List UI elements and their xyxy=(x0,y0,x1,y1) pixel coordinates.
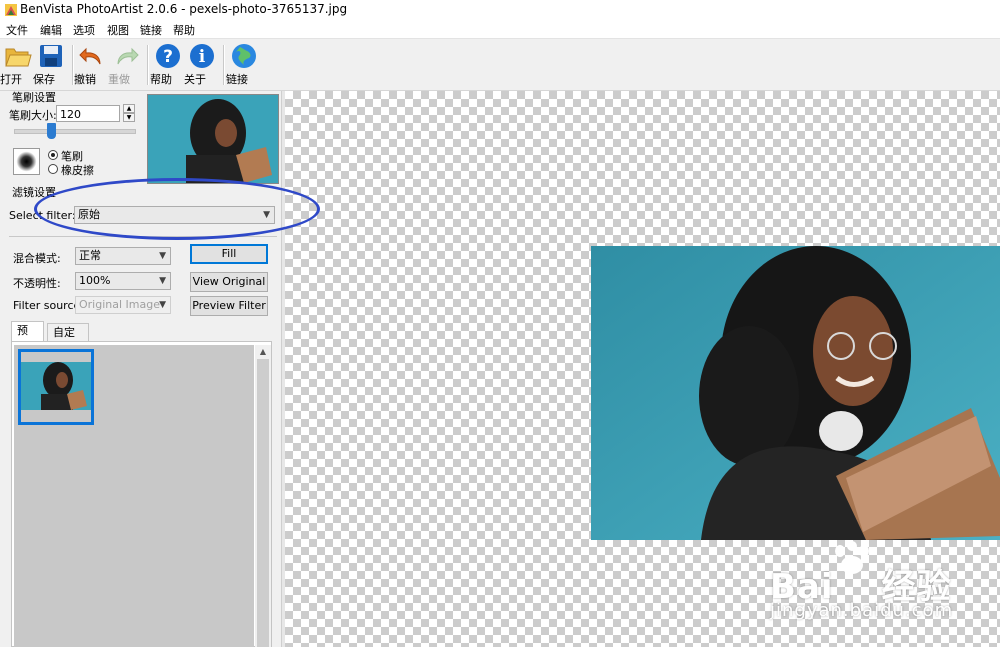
preview-filter-button[interactable]: Preview Filter xyxy=(190,296,268,316)
redo-button[interactable]: 重做 xyxy=(108,41,144,87)
brush-preview xyxy=(13,148,40,175)
undo-label: 撤销 xyxy=(74,73,96,86)
spin-up-icon[interactable]: ▲ xyxy=(123,104,135,113)
brush-settings-title: 笔刷设置 xyxy=(12,91,56,104)
blend-mode-value: 正常 xyxy=(79,249,101,262)
undo-button[interactable]: 撤销 xyxy=(74,41,110,87)
chevron-down-icon: ▼ xyxy=(159,276,166,286)
opacity-label: 不透明性: xyxy=(13,277,61,290)
menu-bar: 文件 编辑 选项 视图 链接 帮助 xyxy=(0,20,1000,39)
blend-mode-label: 混合模式: xyxy=(13,252,61,265)
open-button[interactable]: 打开 xyxy=(0,41,36,87)
floppy-disk-icon xyxy=(40,45,62,67)
opacity-value: 100% xyxy=(79,274,111,287)
opacity-select[interactable]: 100% ▼ xyxy=(75,272,171,290)
tab-preset[interactable]: 预设 xyxy=(11,321,44,354)
brush-size-input[interactable]: 120 xyxy=(56,105,120,122)
photo-image xyxy=(591,246,1000,540)
menu-view[interactable]: 视图 xyxy=(107,22,129,38)
redo-label: 重做 xyxy=(108,73,130,86)
preset-thumbnail-image xyxy=(21,352,91,422)
open-label: 打开 xyxy=(0,73,22,86)
menu-edit[interactable]: 编辑 xyxy=(40,22,62,38)
chevron-down-icon: ▼ xyxy=(159,251,166,261)
about-button[interactable]: i 关于 xyxy=(184,41,220,87)
folder-open-icon xyxy=(5,48,32,67)
brush-mode-radio[interactable] xyxy=(48,150,58,160)
save-label: 保存 xyxy=(33,73,55,86)
fill-button[interactable]: Fill xyxy=(190,244,268,264)
help-icon: ? xyxy=(156,44,180,68)
tab-custom[interactable]: 自定义 xyxy=(47,323,89,356)
eraser-mode-label: 橡皮擦 xyxy=(61,164,94,177)
view-original-button[interactable]: View Original xyxy=(190,272,268,292)
svg-text:i: i xyxy=(199,47,206,67)
menu-file[interactable]: 文件 xyxy=(6,22,28,38)
save-button[interactable]: 保存 xyxy=(33,41,69,87)
photo-thumbnail-image xyxy=(148,95,278,183)
link-button[interactable]: 链接 xyxy=(226,41,262,87)
chevron-down-icon: ▼ xyxy=(159,300,166,310)
spin-down-icon[interactable]: ▼ xyxy=(123,113,135,122)
filter-source-label: Filter source: xyxy=(13,299,84,312)
toolbar-separator xyxy=(147,45,149,85)
annotation-ellipse xyxy=(34,178,320,240)
filter-source-select[interactable]: Original Image ▼ xyxy=(75,296,171,314)
undo-icon xyxy=(79,47,101,65)
info-icon: i xyxy=(190,44,214,68)
app-icon xyxy=(5,4,17,16)
watermark-url: jingyan.baidu.com xyxy=(770,600,954,621)
about-label: 关于 xyxy=(184,73,206,86)
brush-size-slider-thumb[interactable] xyxy=(47,123,56,139)
baidu-watermark: Bai 经验 jingyan.baidu.com xyxy=(770,541,995,633)
blend-mode-select[interactable]: 正常 ▼ xyxy=(75,247,171,265)
preset-item-original[interactable] xyxy=(18,349,94,425)
toolbar-separator xyxy=(223,45,225,85)
menu-help[interactable]: 帮助 xyxy=(173,22,195,38)
navigator-thumbnail[interactable] xyxy=(147,94,279,184)
title-bar: BenVista PhotoArtist 2.0.6 - pexels-phot… xyxy=(0,0,1000,20)
window-title: BenVista PhotoArtist 2.0.6 - pexels-phot… xyxy=(20,2,348,16)
filter-source-value: Original Image xyxy=(79,298,160,311)
help-button[interactable]: ? 帮助 xyxy=(150,41,186,87)
globe-icon xyxy=(232,44,256,68)
preset-scrollbar[interactable]: ▲ xyxy=(255,345,271,647)
soft-brush-icon xyxy=(16,151,37,172)
toolbar: 打开 保存 撤销 重做 ? 帮助 i 关于 链接 xyxy=(0,39,1000,91)
menu-link[interactable]: 链接 xyxy=(140,22,162,38)
menu-options[interactable]: 选项 xyxy=(73,22,95,38)
redo-icon xyxy=(117,47,139,65)
svg-text:?: ? xyxy=(163,47,173,67)
help-label: 帮助 xyxy=(150,73,172,86)
eraser-mode-radio[interactable] xyxy=(48,164,58,174)
canvas-photo[interactable] xyxy=(591,246,1000,540)
link-label: 链接 xyxy=(226,73,248,86)
brush-size-slider-track[interactable] xyxy=(14,129,136,134)
brush-size-spinner[interactable]: ▲ ▼ xyxy=(123,104,136,123)
brush-size-label: 笔刷大小: xyxy=(9,109,57,122)
chevron-up-icon[interactable]: ▲ xyxy=(255,345,271,359)
scrollbar-thumb[interactable] xyxy=(257,359,269,647)
